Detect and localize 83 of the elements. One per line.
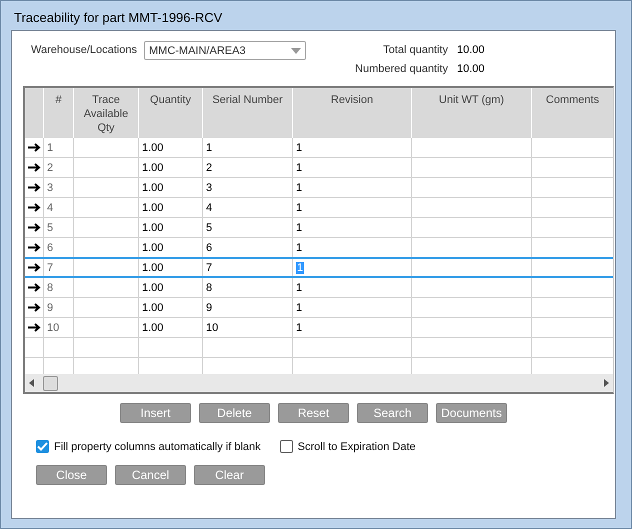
total-label: Total quantity xyxy=(382,44,448,56)
row-number: 2 xyxy=(47,162,54,174)
row-number: 6 xyxy=(47,242,54,254)
table-cell: 4 xyxy=(206,202,212,214)
row-number: 8 xyxy=(47,282,54,294)
table-cell: 7 xyxy=(206,262,212,274)
table-cell: 1.00 xyxy=(142,322,164,334)
arrow-icon xyxy=(28,303,41,312)
arrow-icon xyxy=(28,203,41,212)
table-cell: 1.00 xyxy=(142,182,164,194)
total-value: 10.00 xyxy=(457,63,485,75)
arrow-icon xyxy=(28,223,41,232)
table-row[interactable]: 6 1.00 6 1 xyxy=(25,238,613,258)
column-header[interactable]: Trace Available Qty xyxy=(74,88,139,138)
checkbox[interactable] xyxy=(280,440,293,453)
table-cell: 2 xyxy=(206,162,212,174)
column-header[interactable]: Comments xyxy=(532,88,613,138)
table-cell: 1.00 xyxy=(142,162,164,174)
table-cell: 1.00 xyxy=(142,282,164,294)
row-number: 9 xyxy=(47,302,54,314)
table-row[interactable]: 8 1.00 8 1 xyxy=(25,278,613,298)
scroll-thumb[interactable] xyxy=(43,376,58,390)
table-row[interactable]: 9 1.00 9 1 xyxy=(25,298,613,318)
table-cell: 6 xyxy=(206,242,212,254)
table-cell: 3 xyxy=(206,182,212,194)
table-cell: 1 xyxy=(296,262,304,274)
table-row[interactable]: 2 1.00 2 1 xyxy=(25,158,613,178)
column-header[interactable]: # xyxy=(44,88,74,138)
table-cell: 1.00 xyxy=(142,242,164,254)
row-number: 10 xyxy=(47,322,60,334)
table-cell: 1 xyxy=(296,302,302,314)
row-number: 7 xyxy=(47,262,54,274)
row-number: 3 xyxy=(47,182,54,194)
table-cell: 1.00 xyxy=(142,202,164,214)
column-header[interactable]: Revision xyxy=(293,88,412,138)
table-cell: 1 xyxy=(296,142,302,154)
caret-icon xyxy=(291,48,301,54)
scroll-right-icon[interactable] xyxy=(603,379,609,387)
table-row[interactable]: 4 1.00 4 1 xyxy=(25,198,613,218)
table-row[interactable]: 1 1.00 1 1 xyxy=(25,138,613,158)
total-label: Numbered quantity xyxy=(354,63,448,75)
table-cell: 1 xyxy=(296,242,302,254)
arrow-icon xyxy=(28,283,41,292)
table-cell: 1 xyxy=(296,222,302,234)
table-row[interactable]: 3 1.00 3 1 xyxy=(25,178,613,198)
window-title: Traceability for part MMT-1996-RCV xyxy=(13,9,224,27)
table-cell: 8 xyxy=(206,282,212,294)
table-cell: 10 xyxy=(206,322,218,334)
checkbox-label[interactable]: Fill property columns automatically if blank xyxy=(54,440,261,452)
table-row[interactable]: 10 1.00 10 1 xyxy=(25,318,613,338)
location-dropdown[interactable]: MMC-MAIN/AREA3 xyxy=(144,41,306,60)
table-row[interactable]: 7 1.00 7 1 xyxy=(25,257,613,278)
table-cell: 1.00 xyxy=(142,222,164,234)
checkbox-label[interactable]: Scroll to Expiration Date xyxy=(298,440,416,452)
table-cell: 1 xyxy=(296,182,302,194)
table-cell: 1 xyxy=(296,202,302,214)
horizontal-scrollbar[interactable] xyxy=(25,374,613,392)
location-label: Warehouse/Locations xyxy=(31,44,137,56)
arrow-icon xyxy=(28,263,41,272)
column-header[interactable]: Unit WT (gm) xyxy=(412,88,532,138)
table-row[interactable]: 5 1.00 5 1 xyxy=(25,218,613,238)
table-cell: 1.00 xyxy=(142,302,164,314)
row-number: 4 xyxy=(47,202,54,214)
table-cell: 1.00 xyxy=(142,142,164,154)
scroll-left-icon[interactable] xyxy=(29,379,35,387)
row-number: 5 xyxy=(47,222,54,234)
column-header[interactable]: Serial Number xyxy=(203,88,293,138)
arrow-icon xyxy=(28,143,41,152)
table-cell: 9 xyxy=(206,302,212,314)
total-value: 10.00 xyxy=(457,44,485,56)
table-cell: 1 xyxy=(296,322,302,334)
table-cell: 1.00 xyxy=(142,262,164,274)
row-number: 1 xyxy=(47,142,54,154)
column-header[interactable]: Quantity xyxy=(139,88,203,138)
arrow-icon xyxy=(28,323,41,332)
arrow-icon xyxy=(28,243,41,252)
table-cell: 1 xyxy=(206,142,212,154)
table-cell: 5 xyxy=(206,222,212,234)
checkbox[interactable] xyxy=(36,440,49,453)
table-cell: 1 xyxy=(296,282,302,294)
table-cell: 1 xyxy=(296,162,302,174)
arrow-icon xyxy=(28,183,41,192)
arrow-icon xyxy=(28,163,41,172)
